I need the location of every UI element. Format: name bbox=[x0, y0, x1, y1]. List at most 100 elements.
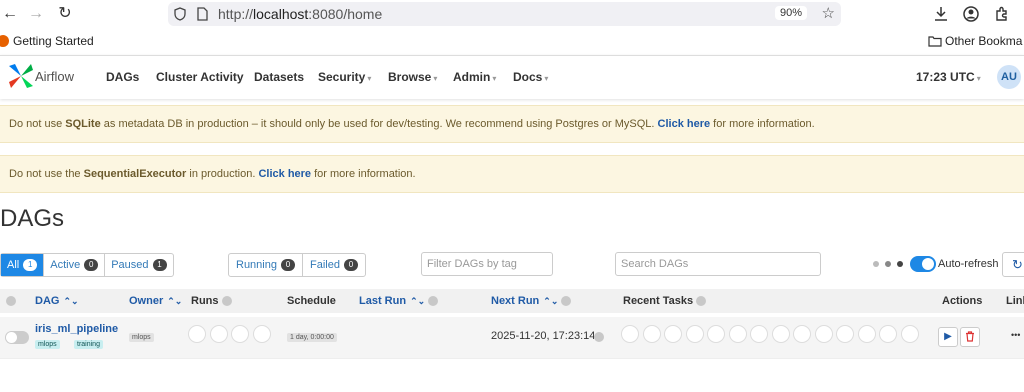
dag-id-link[interactable]: iris_ml_pipeline bbox=[35, 323, 118, 335]
url-text: http://localhost:8080/home bbox=[218, 6, 383, 22]
loading-dot-icon bbox=[885, 261, 891, 267]
tag-filter-input[interactable]: Filter DAGs by tag bbox=[421, 252, 553, 276]
task-state-circle[interactable] bbox=[664, 325, 682, 343]
task-state-circle[interactable] bbox=[728, 325, 747, 343]
auto-refresh-toggle[interactable] bbox=[910, 256, 936, 272]
task-state-circle[interactable] bbox=[857, 325, 876, 343]
col-dag[interactable]: DAG ⌃⌄ bbox=[35, 295, 79, 307]
account-icon[interactable] bbox=[963, 6, 979, 22]
chevron-down-icon: ▾ bbox=[433, 74, 438, 83]
info-icon[interactable] bbox=[6, 296, 16, 306]
refresh-icon: ↻ bbox=[1012, 257, 1023, 272]
avatar[interactable]: AU bbox=[997, 65, 1021, 89]
next-run-value: 2025-11-20, 17:23:14 bbox=[491, 330, 596, 342]
bookmark-other[interactable]: Other Bookma bbox=[945, 34, 1022, 48]
brand-name[interactable]: Airflow bbox=[35, 69, 74, 84]
dag-pause-toggle[interactable] bbox=[5, 331, 29, 344]
trash-icon bbox=[966, 331, 974, 342]
url-bar[interactable]: http://localhost:8080/home 90% ☆ bbox=[168, 2, 841, 26]
zoom-level[interactable]: 90% bbox=[774, 6, 807, 20]
filter-paused-button[interactable]: Paused 1 bbox=[105, 254, 172, 276]
nav-datasets[interactable]: Datasets bbox=[254, 70, 304, 84]
task-state-circle[interactable] bbox=[879, 325, 897, 343]
col-runs: Runs bbox=[191, 295, 232, 307]
owner-badge[interactable]: mlops bbox=[129, 333, 154, 342]
loading-dot-icon bbox=[897, 261, 903, 267]
col-recent-tasks: Recent Tasks bbox=[623, 295, 707, 307]
dag-table-header: DAG ⌃⌄ Owner ⌃⌄ Runs Schedule Last Run ⌃⌄ N… bbox=[0, 289, 1024, 313]
col-last-run[interactable]: Last Run ⌃⌄ bbox=[359, 295, 439, 307]
col-owner[interactable]: Owner ⌃⌄ bbox=[129, 295, 182, 307]
task-state-circle[interactable] bbox=[707, 325, 725, 343]
task-state-circle[interactable] bbox=[900, 325, 919, 343]
info-icon[interactable] bbox=[428, 296, 439, 307]
airflow-logo-icon[interactable] bbox=[7, 62, 35, 90]
nav-dags[interactable]: DAGs bbox=[106, 70, 139, 84]
filter-running-button[interactable]: Running 0 bbox=[229, 254, 303, 276]
filter-all-button[interactable]: All 1 bbox=[1, 254, 45, 276]
col-schedule: Schedule bbox=[287, 295, 336, 307]
status-filter-group: All 1 Active 0 Paused 1 bbox=[0, 253, 174, 277]
nav-admin[interactable]: Admin ▾ bbox=[453, 70, 496, 84]
dag-tag[interactable]: mlops bbox=[35, 340, 60, 349]
run-state-circle[interactable] bbox=[209, 325, 228, 343]
info-icon[interactable] bbox=[696, 296, 707, 307]
run-state-filter-group: Running 0 Failed 0 bbox=[228, 253, 366, 277]
sort-icon: ⌃⌄ bbox=[410, 296, 426, 306]
nav-security[interactable]: Security ▾ bbox=[318, 70, 371, 84]
schedule-badge[interactable]: 1 day, 0:00:00 bbox=[287, 333, 337, 342]
firefox-icon bbox=[0, 35, 9, 47]
run-state-circle[interactable] bbox=[231, 325, 249, 343]
back-arrow-icon[interactable]: ← bbox=[0, 4, 20, 24]
info-icon[interactable] bbox=[221, 296, 232, 307]
info-icon[interactable] bbox=[594, 332, 604, 342]
browser-toolbar: ← → ↻ http://localhost:8080/home 90% ☆ bbox=[0, 0, 1024, 28]
task-state-circle[interactable] bbox=[642, 325, 661, 343]
run-state-circle[interactable] bbox=[252, 325, 271, 343]
nav-docs[interactable]: Docs ▾ bbox=[513, 70, 548, 84]
star-icon[interactable]: ☆ bbox=[822, 4, 835, 22]
count-badge: 1 bbox=[152, 259, 167, 271]
extensions-icon[interactable] bbox=[994, 6, 1010, 22]
download-icon[interactable] bbox=[934, 6, 948, 22]
bookmark-getting-started[interactable]: Getting Started bbox=[13, 34, 94, 48]
trigger-dag-button[interactable]: ▶ bbox=[938, 327, 958, 347]
nav-browse[interactable]: Browse ▾ bbox=[388, 70, 437, 84]
task-state-circle[interactable] bbox=[793, 325, 811, 343]
delete-dag-button[interactable] bbox=[960, 327, 980, 347]
executor-click-here-link[interactable]: Click here bbox=[258, 168, 311, 180]
executor-warning: Do not use the SequentialExecutor in pro… bbox=[0, 155, 1024, 193]
info-icon[interactable] bbox=[561, 296, 572, 307]
task-state-circle[interactable] bbox=[814, 325, 833, 343]
chevron-down-icon: ▾ bbox=[976, 74, 981, 83]
filter-active-button[interactable]: Active 0 bbox=[44, 254, 106, 276]
reload-icon[interactable]: ↻ bbox=[55, 4, 75, 24]
shield-icon bbox=[174, 7, 186, 21]
run-state-circle[interactable] bbox=[188, 325, 206, 343]
col-next-run[interactable]: Next Run ⌃⌄ bbox=[491, 295, 572, 307]
bookmarks-bar: Getting Started Other Bookma bbox=[0, 30, 1024, 52]
count-badge: 0 bbox=[343, 259, 358, 271]
task-state-circle[interactable] bbox=[750, 325, 768, 343]
play-icon: ▶ bbox=[944, 331, 952, 342]
col-actions: Actions bbox=[942, 295, 983, 307]
task-state-circle[interactable] bbox=[685, 325, 704, 343]
timezone-menu[interactable]: 17:23 UTC ▾ bbox=[916, 70, 981, 84]
search-input[interactable]: Search DAGs bbox=[615, 252, 821, 276]
folder-icon bbox=[928, 36, 942, 47]
nav-cluster-activity[interactable]: Cluster Activity bbox=[156, 70, 244, 84]
auto-refresh-label: Auto-refresh bbox=[938, 258, 999, 270]
count-badge: 0 bbox=[84, 259, 99, 271]
forward-arrow-icon[interactable]: → bbox=[26, 4, 46, 24]
sqlite-warning: Do not use SQLite as metadata DB in prod… bbox=[0, 105, 1024, 143]
task-state-circle[interactable] bbox=[836, 325, 854, 343]
dag-tag[interactable]: training bbox=[74, 340, 103, 349]
task-state-circle[interactable] bbox=[621, 325, 639, 343]
sqlite-click-here-link[interactable]: Click here bbox=[658, 118, 711, 130]
task-state-circle[interactable] bbox=[771, 325, 790, 343]
filter-failed-button[interactable]: Failed 0 bbox=[303, 254, 365, 276]
links-more-button[interactable]: ••• bbox=[1011, 330, 1020, 340]
count-badge: 0 bbox=[280, 259, 295, 271]
refresh-button[interactable]: ↻ bbox=[1002, 252, 1024, 277]
page-icon bbox=[197, 7, 208, 21]
